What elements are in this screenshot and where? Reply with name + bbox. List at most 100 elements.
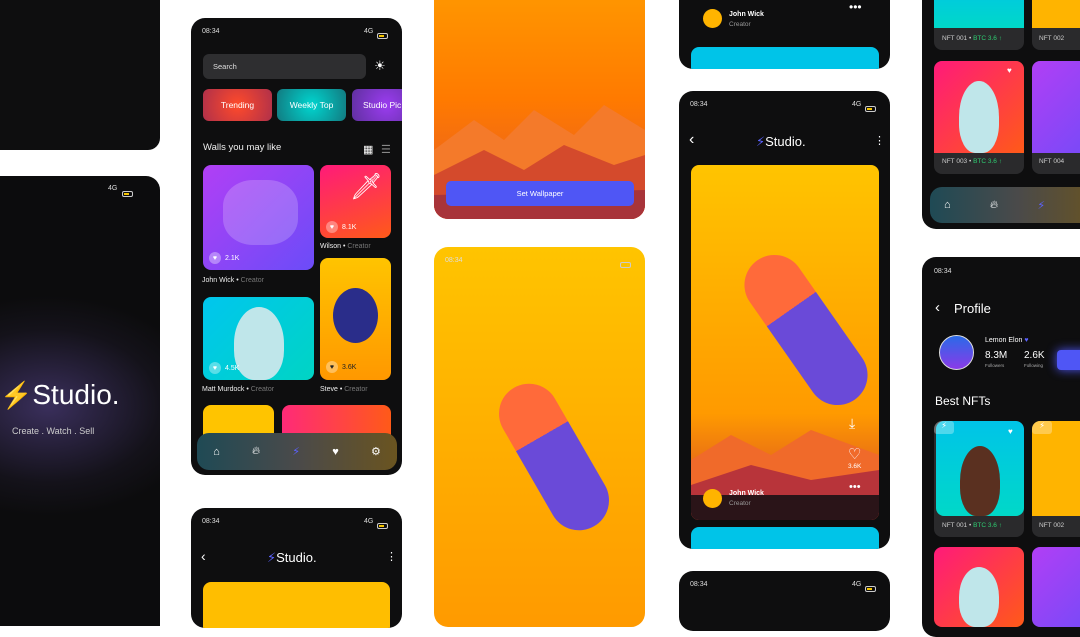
profile-avatar	[939, 335, 974, 370]
character-illustration	[732, 243, 879, 417]
wallpaper-card-john-wick[interactable]: ♥ 2.1K	[203, 165, 314, 270]
heart-icon: ♥	[209, 362, 221, 374]
like-count[interactable]: ♥ 4.5K	[209, 362, 239, 374]
phone-detail-partial: 08:34 4G ‹ ⚡︎Studio. ⋮	[191, 508, 402, 628]
author-name: John Wick	[729, 490, 764, 497]
nft-card[interactable]	[1032, 0, 1080, 50]
nft-card[interactable]	[1032, 547, 1080, 627]
phone-partial: 08:34 4G	[679, 571, 890, 631]
card-creator: John Wick • Creator	[202, 277, 264, 284]
chip-trending[interactable]: Trending	[203, 89, 272, 121]
chip-studio-pic[interactable]: Studio Pic	[352, 89, 402, 121]
like-count[interactable]: ♥ 3.6K	[326, 361, 356, 373]
card-creator: Wilson • Creator	[320, 243, 371, 250]
bolt-icon: ⚡	[0, 379, 33, 410]
phone-detail: 08:34 4G ‹ ⚡︎Studio. ⋮ ⤓ ♡ 3.6K John Wic…	[679, 91, 890, 549]
like-count[interactable]: ♥ 8.1K	[326, 221, 356, 233]
nft-card[interactable]: ⚡︎ ♥	[934, 421, 1024, 537]
author-role: Creator	[729, 21, 751, 28]
more-options-icon[interactable]: •••	[849, 481, 861, 493]
heart-icon[interactable]: ♥	[332, 446, 339, 458]
fire-icon[interactable]: 🔥︎	[990, 199, 998, 212]
heart-icon: ♥	[209, 252, 221, 264]
network-label: 4G	[108, 185, 118, 192]
battery-icon	[865, 580, 876, 598]
bottom-nav: ⌂ 🔥︎ ⚡︎ ♥	[930, 187, 1080, 223]
battery-icon	[620, 256, 631, 274]
nft-label: NFT 001 • BTC 3.6 ↑	[942, 35, 1002, 42]
phone-detail-top: John Wick Creator •••	[679, 0, 890, 69]
like-count[interactable]: ♥ 2.1K	[209, 252, 239, 264]
back-icon[interactable]: ‹	[935, 299, 940, 316]
status-time: 08:34	[934, 268, 952, 275]
heart-icon[interactable]: ♡	[848, 445, 861, 463]
app-logo: ⚡︎Studio.	[267, 550, 317, 565]
wallpaper-card-wilson[interactable]: 🗡 ♥ 8.1K	[320, 165, 391, 238]
nft-label: NFT 002	[1039, 522, 1065, 529]
sword-illustration: 🗡	[350, 171, 384, 201]
network-label: 4G	[852, 581, 862, 588]
nft-label: NFT 004	[1039, 158, 1065, 165]
status-time: 08:34	[445, 257, 463, 264]
phone-set-wallpaper: Set Wallpaper	[434, 0, 645, 219]
list-view-icon[interactable]: ☰	[381, 143, 391, 156]
section-title: Walls you may like	[203, 142, 282, 153]
following-label: Following	[1024, 363, 1044, 368]
like-count: 3.6K	[848, 463, 862, 470]
wallpaper-card-matt-murdock[interactable]: ♥ 4.5K	[203, 297, 314, 380]
avatar[interactable]	[703, 489, 722, 508]
network-label: 4G	[364, 28, 374, 35]
home-icon[interactable]: ⌂	[944, 199, 951, 211]
status-time: 08:34	[690, 581, 708, 588]
grid-view-icon[interactable]: ▦	[363, 143, 373, 156]
theme-toggle-sun-icon[interactable]: ☀	[374, 58, 386, 74]
follow-button[interactable]	[1057, 350, 1080, 370]
status-time: 08:34	[202, 518, 220, 525]
nft-label: NFT 003 • BTC 3.6 ↑	[942, 158, 1002, 165]
status-time: 08:34	[202, 28, 220, 35]
avatar[interactable]	[703, 9, 722, 28]
phone-wallpaper-fullscreen: 08:34	[434, 247, 645, 627]
heart-icon[interactable]: ♥	[1008, 427, 1013, 436]
home-icon[interactable]: ⌂	[213, 446, 220, 458]
chip-weekly-top[interactable]: Weekly Top	[277, 89, 346, 121]
back-icon[interactable]: ‹	[201, 548, 206, 564]
nft-card[interactable]	[934, 0, 1024, 50]
set-wallpaper-button[interactable]: Set Wallpaper	[446, 181, 634, 206]
more-menu-icon[interactable]: ⋮	[386, 550, 397, 563]
back-icon[interactable]: ‹	[689, 131, 694, 149]
heart-icon[interactable]: ♥	[1007, 66, 1012, 75]
section-title: Best NFTs	[935, 394, 991, 408]
next-wallpaper	[691, 47, 879, 69]
more-options-icon[interactable]: •••	[849, 0, 862, 14]
followers-count: 8.3M	[985, 350, 1008, 361]
brand-name: Studio.	[32, 379, 120, 410]
bolt-icon: ⚡︎	[756, 134, 766, 149]
bolt-icon[interactable]: ⚡︎	[292, 445, 300, 458]
nft-card[interactable]: ⚡︎	[1032, 421, 1080, 537]
page-title: Profile	[954, 301, 991, 316]
search-input[interactable]: Search	[203, 54, 366, 79]
battery-icon	[377, 27, 388, 45]
bolt-icon[interactable]: ⚡︎	[1037, 199, 1045, 212]
bolt-icon: ⚡︎	[1032, 421, 1052, 434]
battery-icon	[122, 185, 133, 203]
tagline: Create . Watch . Sell	[12, 426, 95, 436]
heart-icon: ♥	[326, 361, 338, 373]
fire-icon[interactable]: 🔥︎	[252, 445, 260, 458]
followers-label: Followers	[985, 363, 1005, 368]
character-illustration	[488, 372, 620, 542]
wallpaper-image: ⤓ ♡ 3.6K John Wick Creator •••	[691, 165, 879, 520]
download-icon[interactable]: ⤓	[849, 415, 855, 432]
network-label: 4G	[364, 518, 374, 525]
bolt-icon: ⚡︎	[267, 550, 277, 565]
phone-home: 08:34 4G Search ☀ Trending Weekly Top St…	[191, 18, 402, 475]
nft-label: NFT 002	[1039, 35, 1065, 42]
phone-splash: 4G ⚡ Studio. Create . Watch . Sell	[0, 176, 160, 626]
wallpaper-card-steve[interactable]: ♥ 3.6K	[320, 258, 391, 380]
settings-icon[interactable]: ⚙	[371, 445, 381, 458]
network-label: 4G	[852, 101, 862, 108]
nft-card[interactable]	[934, 547, 1024, 627]
heart-icon: ♥	[326, 221, 338, 233]
more-menu-icon[interactable]: ⋮	[874, 134, 885, 147]
